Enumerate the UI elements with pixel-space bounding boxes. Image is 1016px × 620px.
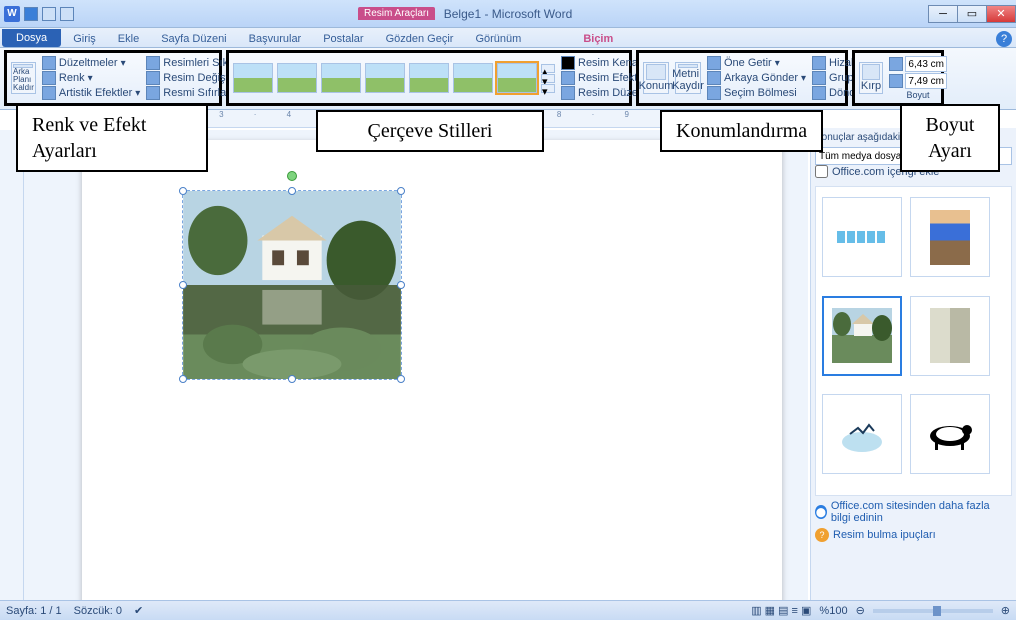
rotate-handle[interactable] [287, 171, 297, 181]
back-icon [707, 71, 721, 85]
resize-handle[interactable] [288, 187, 296, 195]
zoom-level[interactable]: %100 [819, 605, 847, 617]
gallery-up[interactable]: ▴ [541, 64, 555, 73]
brightness-icon [42, 56, 56, 70]
tab-references[interactable]: Başvurular [239, 31, 312, 47]
landscape-clipart [183, 191, 401, 379]
border-icon [561, 56, 575, 70]
bring-front-button[interactable]: Öne Getir ▾ [707, 56, 806, 70]
tab-view[interactable]: Görünüm [465, 31, 531, 47]
height-input[interactable] [905, 56, 947, 72]
word-count: Sözcük: 0 [74, 605, 122, 617]
zoom-slider[interactable] [873, 609, 993, 613]
size-group-label: Boyut [889, 90, 947, 100]
artistic-button[interactable]: Artistik Efektler ▾ [42, 86, 140, 100]
gallery-more[interactable]: ▾ [541, 84, 555, 93]
clip-item[interactable] [822, 394, 902, 474]
clip-item[interactable] [822, 197, 902, 277]
spellcheck-icon[interactable]: ✔ [134, 604, 143, 617]
tab-mailings[interactable]: Postalar [313, 31, 373, 47]
zoom-in[interactable]: ⊕ [1001, 604, 1010, 617]
resize-handle[interactable] [397, 375, 405, 383]
page[interactable] [82, 140, 782, 600]
front-icon [707, 56, 721, 70]
align-icon [812, 56, 826, 70]
hints-link[interactable]: ?Resim bulma ipuçları [815, 528, 1012, 542]
tab-home[interactable]: Giriş [63, 31, 106, 47]
officecom-link[interactable]: ⬤Office.com sitesinden daha fazla bilgi … [815, 500, 1012, 524]
vertical-ruler [0, 130, 24, 600]
title-bar: W Belge1 - Microsoft Word Resim Araçları… [0, 0, 1016, 28]
window-title: Belge1 - Microsoft Word [0, 7, 1016, 21]
style-thumb[interactable] [453, 63, 493, 93]
remove-bg-label: Arka Planı Kaldır [13, 68, 34, 92]
position-button[interactable]: Konum [643, 62, 669, 94]
resize-handle[interactable] [288, 375, 296, 383]
ribbon-group-size: Kırp Boyut [852, 50, 944, 106]
tab-insert[interactable]: Ekle [108, 31, 149, 47]
artistic-icon [42, 86, 56, 100]
ribbon: Arka Planı Kaldır Düzeltmeler ▾ Renk ▾ A… [0, 48, 1016, 110]
resize-handle[interactable] [179, 187, 187, 195]
document-area [24, 130, 808, 600]
ribbon-group-arrange: Konum Metni Kaydır Öne Getir ▾ Arkaya Gö… [636, 50, 848, 106]
tab-format[interactable]: Biçim [573, 31, 623, 47]
zoom-out[interactable]: ⊖ [856, 604, 865, 617]
clipart-pane: Sonuçlar aşağıdaki gibi olmalıdır: Offic… [810, 128, 1016, 600]
color-icon [42, 71, 56, 85]
selection-pane-button[interactable]: Seçim Bölmesi [707, 86, 806, 100]
annotation-arrange: Konumlandırma [660, 110, 823, 152]
view-buttons[interactable]: ▥ ▦ ▤ ≡ ▣ [751, 604, 811, 617]
clip-item-selected[interactable] [822, 296, 902, 376]
clip-item[interactable] [910, 394, 990, 474]
resize-handle[interactable] [179, 375, 187, 383]
effects-icon [561, 71, 575, 85]
corrections-button[interactable]: Düzeltmeler ▾ [42, 56, 140, 70]
wrap-text-button[interactable]: Metni Kaydır [675, 62, 701, 94]
crop-button[interactable]: Kırp [859, 62, 883, 94]
send-back-button[interactable]: Arkaya Gönder ▾ [707, 71, 806, 85]
reset-icon [146, 86, 160, 100]
compress-icon [146, 56, 160, 70]
width-input[interactable] [905, 73, 947, 89]
help-icon: ? [815, 528, 829, 542]
resize-handle[interactable] [179, 281, 187, 289]
style-thumb[interactable] [233, 63, 273, 93]
height-icon [889, 57, 903, 71]
resize-handle[interactable] [397, 281, 405, 289]
ribbon-group-styles: ▴ ▾ ▾ Resim Kenarlığı ▾ Resim Efektleri … [226, 50, 632, 106]
layout-icon [561, 86, 575, 100]
annotation-styles: Çerçeve Stilleri [316, 110, 544, 152]
tab-file[interactable]: Dosya [2, 29, 61, 47]
clip-item[interactable] [910, 296, 990, 376]
ribbon-tabs: Dosya Giriş Ekle Sayfa Düzeni Başvurular… [0, 28, 1016, 48]
color-button[interactable]: Renk ▾ [42, 71, 140, 85]
remove-background-button[interactable]: Arka Planı Kaldır [11, 62, 36, 94]
style-thumb[interactable] [277, 63, 317, 93]
picture-style-gallery[interactable]: ▴ ▾ ▾ [233, 63, 555, 93]
tab-layout[interactable]: Sayfa Düzeni [151, 31, 236, 47]
style-thumb[interactable] [365, 63, 405, 93]
gallery-down[interactable]: ▾ [541, 74, 555, 83]
clip-item[interactable] [910, 197, 990, 277]
annotation-size: Boyut Ayarı [900, 104, 1000, 172]
rotate-icon [812, 86, 826, 100]
page-status: Sayfa: 1 / 1 [6, 605, 62, 617]
status-bar: Sayfa: 1 / 1 Sözcük: 0 ✔ ▥ ▦ ▤ ≡ ▣ %100 … [0, 600, 1016, 620]
group-icon [812, 71, 826, 85]
help-button[interactable]: ? [996, 31, 1012, 47]
annotation-adjust: Renk ve Efekt Ayarları [16, 104, 208, 172]
style-thumb[interactable] [409, 63, 449, 93]
ribbon-group-adjust: Arka Planı Kaldır Düzeltmeler ▾ Renk ▾ A… [4, 50, 222, 106]
selection-icon [707, 86, 721, 100]
globe-icon: ⬤ [815, 505, 827, 519]
change-icon [146, 71, 160, 85]
selected-picture[interactable] [182, 190, 402, 380]
width-icon [889, 74, 903, 88]
resize-handle[interactable] [397, 187, 405, 195]
clipart-results [815, 186, 1012, 496]
style-thumb-selected[interactable] [497, 63, 537, 93]
style-thumb[interactable] [321, 63, 361, 93]
tab-review[interactable]: Gözden Geçir [376, 31, 464, 47]
